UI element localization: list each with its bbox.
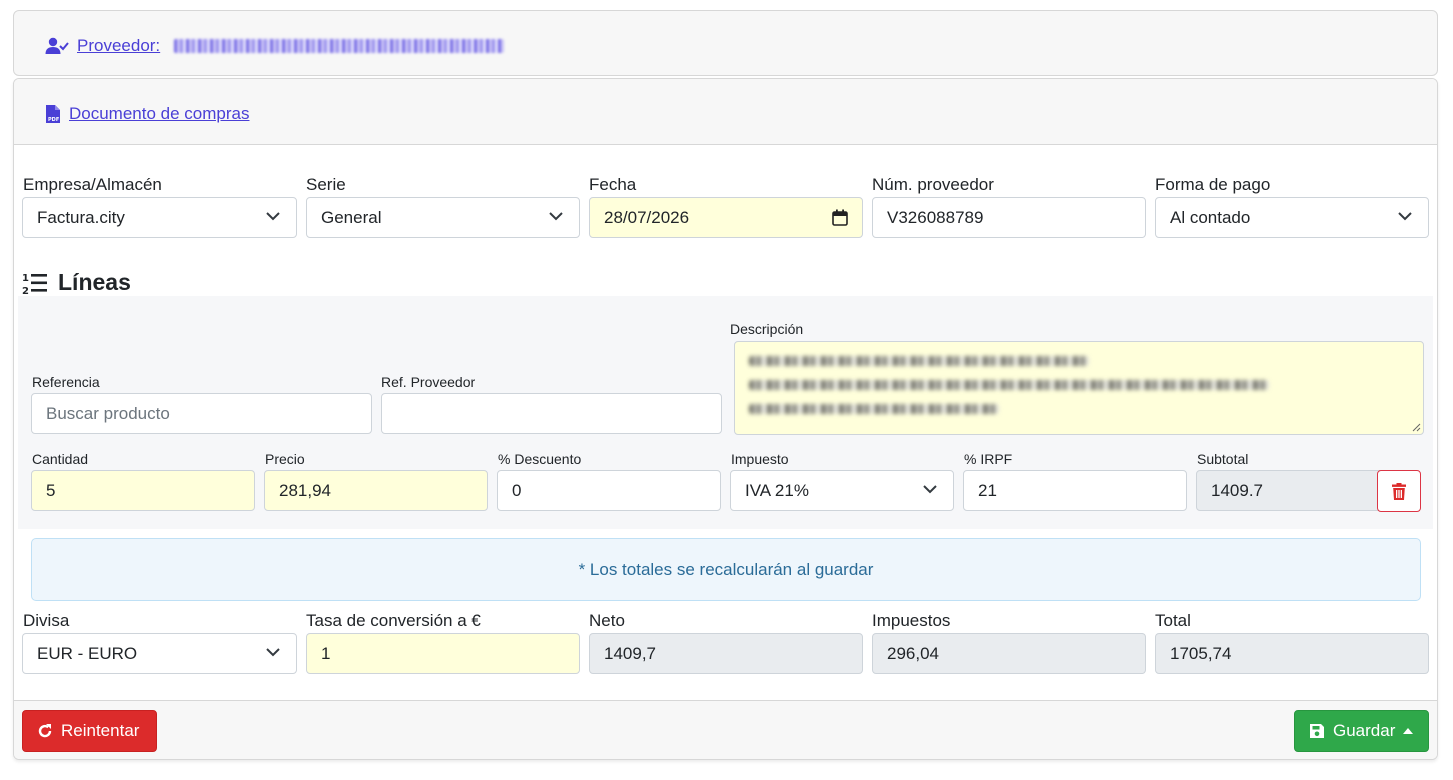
descripcion-textarea[interactable]: [734, 341, 1424, 435]
divisa-label: Divisa: [23, 611, 70, 630]
serie-value: General: [321, 207, 382, 227]
irpf-label: % IRPF: [964, 451, 1013, 467]
tasa-value: 1: [321, 643, 331, 663]
fecha-value: 28/07/2026: [604, 207, 690, 227]
empresa-select[interactable]: Factura.city: [22, 197, 297, 238]
provider-name-redacted: [174, 39, 505, 53]
save-button[interactable]: Guardar: [1294, 710, 1429, 752]
precio-label: Precio: [265, 451, 305, 467]
precio-value: 281,94: [279, 480, 331, 500]
trash-icon: [1392, 482, 1406, 500]
fecha-input[interactable]: 28/07/2026: [589, 197, 863, 238]
neto-value: 1409,7: [604, 643, 656, 663]
svg-text:1: 1: [22, 273, 29, 284]
chevron-down-icon: [1398, 212, 1412, 221]
form-footer: Reintentar Guardar: [14, 700, 1437, 759]
caret-up-icon[interactable]: [1403, 728, 1414, 734]
svg-text:2: 2: [22, 286, 29, 295]
provider-card: Proveedor:: [13, 10, 1438, 76]
subtotal-label: Subtotal: [1197, 451, 1249, 467]
impuesto-label: Impuesto: [731, 451, 789, 467]
line-item-row: Referencia Buscar producto Ref. Proveedo…: [18, 296, 1433, 529]
total-label: Total: [1155, 611, 1191, 630]
forma-pago-select[interactable]: Al contado: [1155, 197, 1429, 238]
chevron-down-icon: [266, 212, 280, 221]
neto-label: Neto: [589, 611, 625, 630]
impuesto-select[interactable]: IVA 21%: [730, 470, 954, 511]
retry-label: Reintentar: [61, 721, 140, 740]
serie-label: Serie: [306, 175, 346, 194]
delete-line-button[interactable]: [1377, 470, 1421, 512]
ref-proveedor-input[interactable]: [381, 393, 722, 434]
chevron-down-icon: [923, 485, 937, 494]
irpf-input[interactable]: 21: [963, 470, 1187, 511]
impuestos-label: Impuestos: [872, 611, 951, 630]
divisa-value: EUR - EURO: [37, 643, 138, 663]
empresa-value: Factura.city: [37, 207, 125, 227]
floppy-disk-icon: [1310, 724, 1324, 738]
document-label: Documento de compras: [69, 104, 250, 123]
tasa-label: Tasa de conversión a €: [306, 611, 481, 630]
descuento-input[interactable]: 0: [497, 470, 721, 511]
forma-pago-value: Al contado: [1170, 207, 1251, 227]
referencia-input[interactable]: Buscar producto: [31, 393, 372, 434]
retry-button[interactable]: Reintentar: [22, 710, 157, 752]
referencia-label: Referencia: [32, 374, 100, 390]
fecha-label: Fecha: [589, 175, 637, 194]
subtotal-field: 1409.7: [1196, 470, 1384, 511]
neto-field: 1409,7: [589, 633, 863, 674]
num-proveedor-label: Núm. proveedor: [872, 175, 994, 194]
total-value: 1705,74: [1170, 643, 1232, 663]
redacted-text: [749, 380, 1269, 390]
user-check-icon: [45, 37, 69, 54]
impuestos-value: 296,04: [887, 643, 939, 663]
subtotal-value: 1409.7: [1211, 480, 1263, 500]
purchase-form-card: PDF Documento de compras Empresa/Almacén…: [13, 78, 1438, 760]
redo-icon: [38, 724, 52, 738]
num-proveedor-value: V326088789: [887, 207, 984, 227]
save-label: Guardar: [1333, 721, 1396, 740]
impuesto-value: IVA 21%: [745, 480, 809, 500]
provider-link[interactable]: Proveedor:: [45, 36, 505, 56]
descuento-value: 0: [512, 480, 522, 500]
redacted-text: [749, 404, 999, 414]
cantidad-value: 5: [46, 480, 56, 500]
serie-select[interactable]: General: [306, 197, 580, 238]
total-field: 1705,74: [1155, 633, 1429, 674]
pdf-file-icon: PDF: [46, 104, 60, 123]
irpf-value: 21: [978, 480, 997, 500]
referencia-placeholder: Buscar producto: [46, 403, 170, 423]
document-header: PDF Documento de compras: [14, 79, 1437, 145]
num-proveedor-input[interactable]: V326088789: [872, 197, 1146, 238]
divisa-select[interactable]: EUR - EURO: [22, 633, 297, 674]
empresa-label: Empresa/Almacén: [23, 175, 162, 194]
precio-input[interactable]: 281,94: [264, 470, 488, 511]
resize-handle-icon[interactable]: [1412, 423, 1421, 432]
forma-pago-label: Forma de pago: [1155, 175, 1271, 194]
lines-section-title: 1 2 Líneas: [22, 269, 131, 296]
descripcion-label: Descripción: [730, 321, 804, 337]
numbered-list-icon: 1 2: [22, 273, 47, 295]
document-link[interactable]: PDF Documento de compras: [45, 104, 249, 124]
redacted-text: [749, 356, 1089, 366]
calendar-icon[interactable]: [832, 209, 848, 226]
descuento-label: % Descuento: [498, 451, 582, 467]
tasa-input[interactable]: 1: [306, 633, 580, 674]
chevron-down-icon: [266, 648, 280, 657]
cantidad-label: Cantidad: [32, 451, 89, 467]
cantidad-input[interactable]: 5: [31, 470, 255, 511]
lines-title: Líneas: [58, 269, 131, 295]
impuestos-field: 296,04: [872, 633, 1146, 674]
provider-label: Proveedor:: [77, 36, 161, 55]
chevron-down-icon: [549, 212, 563, 221]
ref-proveedor-label: Ref. Proveedor: [381, 374, 476, 390]
svg-text:PDF: PDF: [48, 117, 59, 123]
recalc-notice: * Los totales se recalcularán al guardar: [31, 538, 1421, 601]
